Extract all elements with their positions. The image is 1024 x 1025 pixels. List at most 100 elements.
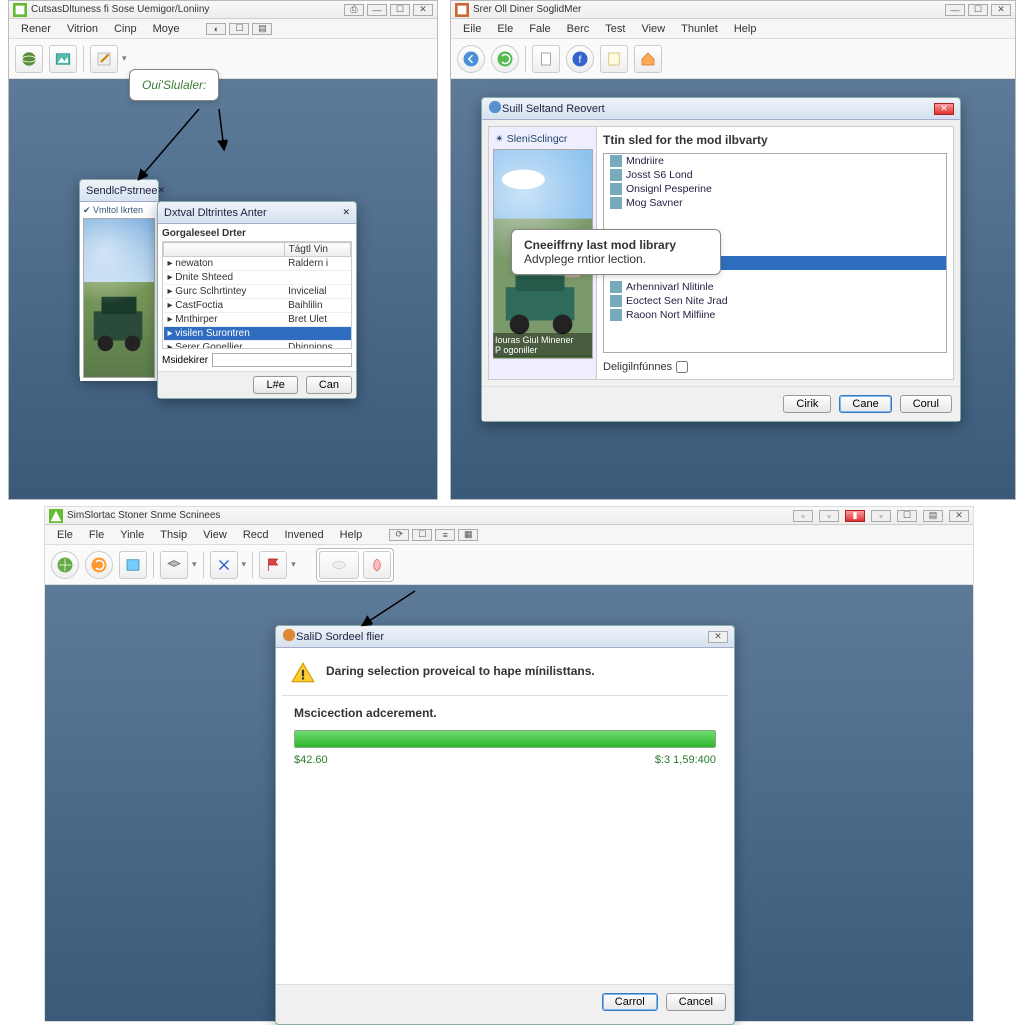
chevron-down-icon[interactable]: ▾	[122, 53, 127, 64]
table-row[interactable]: ▸ newatonRaldern i	[164, 257, 351, 271]
winbtn-icon[interactable]: ▤	[923, 510, 943, 522]
tool-home-icon[interactable]	[634, 45, 662, 73]
list-item[interactable]: Arhennivarl Nlitinle	[604, 280, 946, 294]
wincontrol-icon[interactable]: ⎙	[344, 4, 364, 16]
tool-globe-icon[interactable]	[51, 551, 79, 579]
menu-item[interactable]: Yinle	[112, 527, 152, 543]
close-button[interactable]: ✕	[708, 631, 728, 643]
tool-special-1-icon[interactable]	[319, 551, 359, 579]
menu-item[interactable]: Rener	[13, 21, 59, 37]
dialog-button-1[interactable]: Carrol	[602, 993, 658, 1011]
tool-layers-icon[interactable]	[160, 551, 188, 579]
close-button[interactable]: ✕	[991, 4, 1011, 16]
menu-item[interactable]: Thsip	[152, 527, 195, 543]
table-row[interactable]: ▸ visilen Surontren	[164, 327, 351, 341]
delete-checkbox[interactable]: Deligilnfúnnes	[603, 361, 688, 373]
list-item[interactable]: Eoctect Sen Nite Jrad	[604, 294, 946, 308]
winbtn-icon[interactable]: ☐	[897, 510, 917, 522]
menu-item[interactable]: Moye	[145, 21, 188, 37]
table-row[interactable]: ▸ CastFoctiaBaihlilin	[164, 299, 351, 313]
tool-info-icon[interactable]: f	[566, 45, 594, 73]
app-icon	[49, 509, 63, 523]
table-row[interactable]: ▸ Gurc SclhrtinteyInvicelial	[164, 285, 351, 299]
menu-item[interactable]: Test	[597, 21, 633, 37]
winbtn-stop-icon[interactable]: ▮	[845, 510, 865, 522]
winbtn-icon[interactable]: ▫	[819, 510, 839, 522]
close-button[interactable]: ✕	[934, 103, 954, 115]
view-icon[interactable]: ▦	[458, 529, 478, 541]
minimize-button[interactable]: —	[367, 4, 387, 16]
workspace-tr: Suill Seltand Reovert ✕ ✴ SleniSclingcr	[451, 79, 1015, 499]
chevron-down-icon[interactable]: ▾	[242, 559, 247, 570]
ok-button[interactable]: L#e	[253, 376, 297, 394]
menu-item[interactable]: Eile	[455, 21, 489, 37]
view-toggle-icon[interactable]: ◐	[206, 23, 226, 35]
dialog-button-2[interactable]: Cane	[839, 395, 891, 413]
col-header[interactable]: Tágtl Vin	[284, 243, 350, 257]
table-row[interactable]: ▸ MnthirperBret Ulet	[164, 313, 351, 327]
preview-thumbnail[interactable]	[83, 218, 155, 378]
menu-item[interactable]: Recd	[235, 527, 277, 543]
menu-item[interactable]: Invened	[277, 527, 332, 543]
chevron-down-icon[interactable]: ▾	[291, 559, 296, 570]
view-icon[interactable]: ≡	[435, 529, 455, 541]
table-row[interactable]: ▸ Dnite Shteed	[164, 271, 351, 285]
menu-item[interactable]: Fle	[81, 527, 112, 543]
menu-item[interactable]: Vitrion	[59, 21, 106, 37]
tool-edit-icon[interactable]	[90, 45, 118, 73]
winbtn-icon[interactable]: ▫	[871, 510, 891, 522]
tool-flag-icon[interactable]	[259, 551, 287, 579]
menu-item[interactable]: Help	[332, 527, 371, 543]
close-icon[interactable]: ✕	[342, 207, 350, 218]
list-item[interactable]: Raoon Nort Milfiine	[604, 308, 946, 322]
minimize-button[interactable]: —	[945, 4, 965, 16]
tool-image-icon[interactable]	[49, 45, 77, 73]
tool-special-2-icon[interactable]	[363, 551, 391, 579]
list-item[interactable]: Josst S6 Lond	[604, 168, 946, 182]
menu-item[interactable]: Help	[726, 21, 765, 37]
cancel-button[interactable]: Cancel	[666, 993, 726, 1011]
tool-refresh-icon[interactable]	[491, 45, 519, 73]
checkbox-input[interactable]	[676, 361, 688, 373]
dialog-titlebar[interactable]: Suill Seltand Reovert ✕	[482, 98, 960, 120]
dialog-progress: SaliD Sordeel flier ✕ Daring selection p…	[275, 625, 735, 1025]
tool-document-icon[interactable]	[532, 45, 560, 73]
dialog-titlebar[interactable]: Dxtval Dltrintes Anter ✕	[158, 202, 356, 224]
list-item[interactable]: Mndriire	[604, 154, 946, 168]
table-row[interactable]: ▸ Serer GonellierDhinninns	[164, 341, 351, 350]
chevron-down-icon[interactable]: ▾	[192, 559, 197, 570]
separator	[252, 552, 253, 578]
menu-item[interactable]: Ele	[489, 21, 521, 37]
close-button[interactable]: ✕	[949, 510, 969, 522]
view-list-icon[interactable]: ☐	[229, 23, 249, 35]
dialog-button-3[interactable]: Corul	[900, 395, 952, 413]
menu-item[interactable]: View	[633, 21, 673, 37]
col-header[interactable]	[164, 243, 285, 257]
footer-input[interactable]	[212, 353, 352, 367]
list-item[interactable]: Mog Savner	[604, 196, 946, 210]
menu-item[interactable]: View	[195, 527, 235, 543]
cancel-button[interactable]: Can	[306, 376, 352, 394]
maximize-button[interactable]: ☐	[968, 4, 988, 16]
tool-note-icon[interactable]	[600, 45, 628, 73]
tool-sync-icon[interactable]	[85, 551, 113, 579]
menu-item[interactable]: Thunlet	[673, 21, 726, 37]
dialog-titlebar[interactable]: SaliD Sordeel flier ✕	[276, 626, 734, 648]
winbtn-icon[interactable]: ▫	[793, 510, 813, 522]
tool-back-icon[interactable]	[457, 45, 485, 73]
menubar-b: Ele Fle Yinle Thsip View Recd Invened He…	[45, 525, 973, 545]
menu-item[interactable]: Cinp	[106, 21, 145, 37]
menu-item[interactable]: Ele	[49, 527, 81, 543]
dialog-button-1[interactable]: Cirik	[783, 395, 831, 413]
view-grid-icon[interactable]: ▤	[252, 23, 272, 35]
menu-item[interactable]: Fale	[521, 21, 558, 37]
tool-globe-icon[interactable]	[15, 45, 43, 73]
menu-item[interactable]: Berc	[559, 21, 598, 37]
close-button[interactable]: ✕	[413, 4, 433, 16]
maximize-button[interactable]: ☐	[390, 4, 410, 16]
tool-window-icon[interactable]	[119, 551, 147, 579]
view-icon[interactable]: ☐	[412, 529, 432, 541]
list-item[interactable]: Onsignl Pesperine	[604, 182, 946, 196]
view-icon[interactable]: ⟳	[389, 529, 409, 541]
tool-cut-icon[interactable]	[210, 551, 238, 579]
